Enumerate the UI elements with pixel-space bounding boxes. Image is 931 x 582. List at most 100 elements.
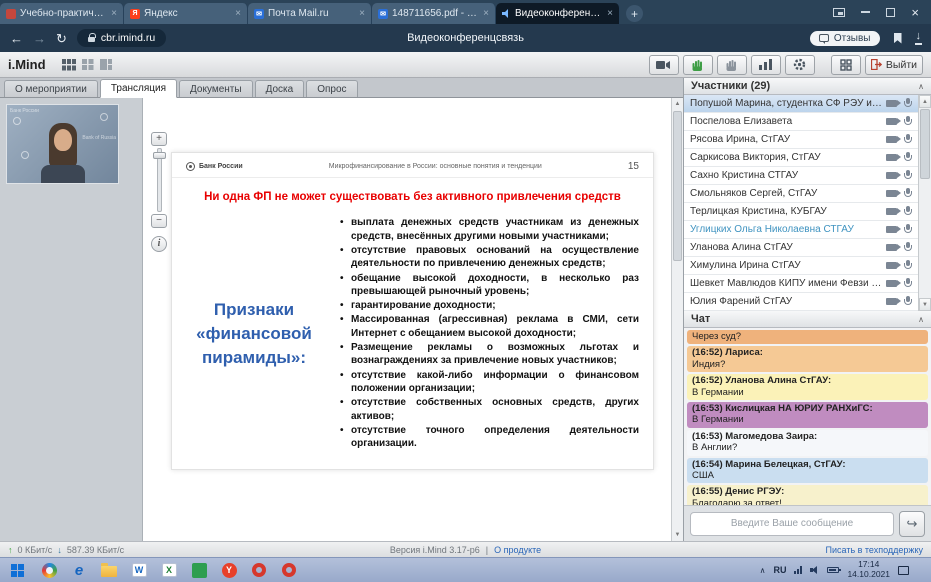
start-button[interactable] (0, 558, 34, 582)
bookmark-icon[interactable] (894, 33, 902, 44)
participant-row[interactable]: Попушой Марина, студентка СФ РЭУ им. Г..… (684, 95, 918, 113)
camera-icon[interactable] (886, 136, 897, 143)
collapse-icon[interactable]: ∧ (918, 315, 924, 324)
forward-icon[interactable]: → (33, 32, 46, 45)
network-icon[interactable] (794, 566, 802, 574)
taskbar-icon-word[interactable]: W (124, 558, 154, 582)
info-button[interactable]: i (151, 236, 167, 252)
participants-header[interactable]: Участники (29) ∧ (684, 78, 931, 95)
mic-icon[interactable] (903, 206, 912, 217)
exit-button[interactable]: Выйти (865, 55, 923, 75)
mic-icon[interactable] (903, 134, 912, 145)
chat-header[interactable]: Чат ∧ (684, 311, 931, 328)
battery-icon[interactable] (827, 567, 839, 573)
layout-grid-icon[interactable] (82, 59, 94, 70)
tab-close-icon[interactable]: × (483, 9, 489, 19)
stats-button[interactable] (751, 55, 781, 75)
hidden-icons-chevron[interactable]: ∧ (760, 566, 766, 575)
browser-tab[interactable]: Я Яндекс × (124, 3, 248, 24)
mic-icon[interactable] (903, 116, 912, 127)
camera-icon[interactable] (886, 280, 897, 287)
camera-icon[interactable] (886, 190, 897, 197)
mic-icon[interactable] (903, 188, 912, 199)
taskbar-icon-explorer[interactable] (94, 558, 124, 582)
tab-close-icon[interactable]: × (607, 9, 613, 19)
camera-icon[interactable] (886, 118, 897, 125)
scroll-up-icon[interactable]: ▲ (672, 98, 683, 110)
layout-grid-icon[interactable] (62, 59, 76, 71)
video-thumbnail[interactable]: Банк России Bank of Russia (6, 104, 119, 184)
cast-icon[interactable] (833, 8, 845, 17)
participant-row[interactable]: Саркисова Виктория, СтГАУ (684, 149, 918, 167)
camera-icon[interactable] (886, 208, 897, 215)
view-layout-button[interactable] (831, 55, 861, 75)
scroll-down-icon[interactable]: ▼ (672, 529, 683, 541)
participant-row[interactable]: Сахно Кристина СТГАУ (684, 167, 918, 185)
about-link[interactable]: О продукте (494, 545, 541, 555)
camera-icon[interactable] (886, 226, 897, 233)
new-tab-button[interactable]: + (626, 5, 643, 22)
zoom-out-button[interactable]: − (151, 214, 167, 228)
tab-documents[interactable]: Документы (179, 80, 253, 97)
participant-row[interactable]: Химулина Ирина СтГАУ (684, 257, 918, 275)
zoom-in-button[interactable]: + (151, 132, 167, 146)
action-center-icon[interactable] (898, 566, 909, 575)
camera-icon[interactable] (886, 262, 897, 269)
support-link[interactable]: Писать в техподдержку (826, 545, 923, 555)
participant-row[interactable]: Шевкет Мавлюдов КИПУ имени Февзи Якуб... (684, 275, 918, 293)
taskbar-icon-opera-2[interactable] (274, 558, 304, 582)
feedback-button[interactable]: Отзывы (810, 31, 880, 46)
tab-broadcast[interactable]: Трансляция (100, 79, 177, 98)
participant-row[interactable]: Терлицкая Кристина, КУБГАУ (684, 203, 918, 221)
participants-scrollbar[interactable]: ▲ ▼ (918, 95, 931, 311)
back-icon[interactable]: ← (10, 32, 23, 45)
camera-icon[interactable] (886, 244, 897, 251)
mic-icon[interactable] (903, 170, 912, 181)
participant-row[interactable]: Юлия Фарений СтГАУ (684, 293, 918, 311)
viewer-scrollbar[interactable]: ▲ ▼ (671, 98, 683, 541)
language-indicator[interactable]: RU (773, 565, 786, 575)
participant-row[interactable]: Углицких Ольга Николаевна СТГАУ (684, 221, 918, 239)
pointer-button[interactable] (717, 55, 747, 75)
scroll-down-icon[interactable]: ▼ (919, 298, 931, 311)
camera-icon[interactable] (886, 298, 897, 305)
taskbar-clock[interactable]: 17:14 14.10.2021 (847, 560, 890, 580)
camera-icon[interactable] (886, 172, 897, 179)
tab-poll[interactable]: Опрос (306, 80, 357, 97)
camera-icon[interactable] (886, 154, 897, 161)
mic-icon[interactable] (903, 260, 912, 271)
send-button[interactable]: ↪ (899, 511, 925, 537)
taskbar-icon-opera[interactable] (244, 558, 274, 582)
tab-close-icon[interactable]: × (235, 9, 241, 19)
participant-row[interactable]: Уланова Алина СтГАУ (684, 239, 918, 257)
tab-close-icon[interactable]: × (111, 9, 117, 19)
taskbar-icon-yandex[interactable]: Y (214, 558, 244, 582)
mic-icon[interactable] (903, 152, 912, 163)
mic-icon[interactable] (903, 296, 912, 307)
volume-icon[interactable] (810, 566, 819, 575)
participant-row[interactable]: Рясова Ирина, СтГАУ (684, 131, 918, 149)
participant-row[interactable]: Поспелова Елизавета (684, 113, 918, 131)
camera-icon[interactable] (886, 100, 897, 107)
collapse-icon[interactable]: ∧ (918, 82, 924, 91)
downloads-icon[interactable]: ↓ (916, 31, 922, 45)
camera-button[interactable] (649, 55, 679, 75)
zoom-slider[interactable] (157, 148, 162, 212)
zoom-slider-thumb[interactable] (153, 152, 166, 159)
scrollbar-thumb[interactable] (920, 109, 930, 179)
scroll-up-icon[interactable]: ▲ (919, 95, 931, 108)
mic-icon[interactable] (903, 224, 912, 235)
scrollbar-thumb[interactable] (673, 111, 682, 261)
browser-tab[interactable]: ✉ Почта Mail.ru × (248, 3, 372, 24)
taskbar-icon-excel[interactable]: X (154, 558, 184, 582)
layout-grid-icon[interactable] (100, 59, 112, 70)
browser-tab-active[interactable]: Видеоконференцсвязь × (496, 3, 620, 24)
tab-event-info[interactable]: О мероприятии (4, 80, 98, 97)
taskbar-icon-green-app[interactable] (184, 558, 214, 582)
taskbar-icon-browser[interactable] (34, 558, 64, 582)
participant-row[interactable]: Смольняков Сергей, СтГАУ (684, 185, 918, 203)
mic-icon[interactable] (903, 98, 912, 109)
taskbar-icon-edge[interactable]: e (64, 558, 94, 582)
raise-hand-button[interactable] (683, 55, 713, 75)
url-field[interactable]: cbr.imind.ru (77, 29, 166, 47)
